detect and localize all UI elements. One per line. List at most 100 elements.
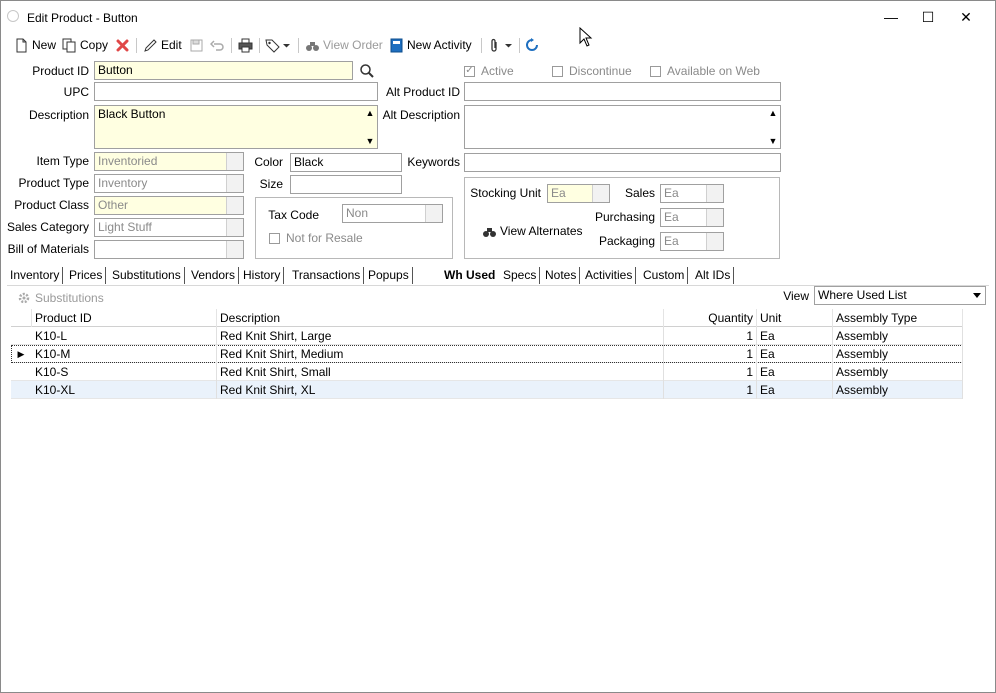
packaging-unit-dropdown-button[interactable] — [706, 233, 723, 250]
upc-field[interactable] — [94, 82, 378, 101]
not-for-resale-box[interactable] — [269, 232, 280, 244]
purchasing-unit-combo[interactable]: Ea — [660, 208, 724, 227]
edit-button[interactable]: Edit — [143, 36, 182, 54]
product-type-dropdown-button[interactable] — [226, 175, 243, 192]
tab-notes[interactable]: Notes — [542, 267, 581, 284]
tag-dropdown-button[interactable] — [265, 36, 290, 54]
tab-inventory[interactable]: Inventory — [7, 267, 64, 284]
cell-quantity[interactable]: 1 — [664, 381, 757, 399]
attachment-dropdown-button[interactable] — [487, 36, 512, 54]
column-header-assembly-type[interactable]: Assembly Type — [833, 309, 963, 327]
product-type-combo[interactable]: Inventory — [94, 174, 244, 193]
column-header-unit[interactable]: Unit — [757, 309, 833, 327]
tab-custom[interactable]: Custom — [640, 267, 689, 284]
cell-quantity[interactable]: 1 — [664, 345, 757, 363]
substitutions-button[interactable]: Substitutions — [17, 291, 104, 305]
cell-description[interactable]: Red Knit Shirt, XL — [217, 381, 664, 399]
tab-substitutions[interactable]: Substitutions — [109, 267, 185, 284]
purchasing-unit-dropdown-button[interactable] — [706, 209, 723, 226]
bill-of-materials-combo[interactable] — [94, 240, 244, 259]
description-textarea[interactable]: Black Button ▲ ▼ — [94, 105, 378, 149]
new-button[interactable]: New — [14, 36, 56, 54]
color-field[interactable]: Black — [290, 153, 402, 172]
cell-product-id[interactable]: K10-L — [32, 327, 217, 345]
save-button[interactable] — [189, 36, 204, 54]
scroll-down-icon[interactable]: ▼ — [769, 136, 778, 146]
available-on-web-checkbox[interactable]: Available on Web — [650, 64, 760, 78]
tab-specs[interactable]: Specs — [500, 267, 541, 284]
column-header-product-id[interactable]: Product ID — [32, 309, 217, 327]
packaging-unit-combo[interactable]: Ea — [660, 232, 724, 251]
table-row[interactable]: K10-L Red Knit Shirt, Large 1 Ea Assembl… — [11, 327, 963, 345]
undo-button[interactable] — [210, 36, 225, 54]
cell-quantity[interactable]: 1 — [664, 363, 757, 381]
tab-where-used[interactable]: Wh Used — [441, 267, 498, 284]
sales-category-combo[interactable]: Light Stuff — [94, 218, 244, 237]
cell-assembly-type[interactable]: Assembly — [833, 363, 963, 381]
scroll-up-icon[interactable]: ▲ — [769, 108, 778, 118]
active-check-box[interactable]: ✓ — [464, 65, 475, 77]
alt-description-scrollbar[interactable]: ▲ ▼ — [766, 106, 780, 148]
discontinue-box[interactable] — [552, 65, 563, 77]
cell-description[interactable]: Red Knit Shirt, Medium — [217, 345, 664, 363]
tax-code-combo[interactable]: Non — [342, 204, 443, 223]
tab-vendors[interactable]: Vendors — [188, 267, 240, 284]
cell-product-id[interactable]: K10-M — [32, 345, 217, 363]
tab-history[interactable]: History — [240, 267, 285, 284]
cell-unit[interactable]: Ea — [757, 345, 833, 363]
view-select[interactable]: Where Used List — [814, 286, 986, 305]
table-row[interactable]: K10-S Red Knit Shirt, Small 1 Ea Assembl… — [11, 363, 963, 381]
minimize-button[interactable]: — — [873, 5, 909, 29]
view-order-button[interactable]: View Order — [305, 36, 383, 54]
print-button[interactable] — [238, 36, 253, 54]
scroll-down-icon[interactable]: ▼ — [366, 136, 375, 146]
cell-unit[interactable]: Ea — [757, 363, 833, 381]
keywords-field[interactable] — [464, 153, 781, 172]
tax-code-dropdown-button[interactable] — [425, 205, 442, 222]
not-for-resale-checkbox[interactable]: Not for Resale — [269, 231, 363, 245]
table-row[interactable]: ▶ K10-M Red Knit Shirt, Medium 1 Ea Asse… — [11, 345, 963, 363]
cell-unit[interactable]: Ea — [757, 327, 833, 345]
maximize-button[interactable]: ☐ — [910, 5, 946, 29]
cell-product-id[interactable]: K10-XL — [32, 381, 217, 399]
column-header-description[interactable]: Description — [217, 309, 664, 327]
product-class-combo[interactable]: Other — [94, 196, 244, 215]
discontinue-checkbox[interactable]: Discontinue — [552, 64, 632, 78]
cell-description[interactable]: Red Knit Shirt, Large — [217, 327, 664, 345]
sales-category-dropdown-button[interactable] — [226, 219, 243, 236]
delete-button[interactable] — [115, 36, 130, 54]
view-alternates-button[interactable]: View Alternates — [482, 222, 583, 240]
tab-alt-ids[interactable]: Alt IDs — [692, 267, 735, 284]
refresh-button[interactable] — [525, 36, 540, 54]
scroll-up-icon[interactable]: ▲ — [366, 108, 375, 118]
copy-button[interactable]: Copy — [62, 36, 108, 54]
cell-assembly-type[interactable]: Assembly — [833, 327, 963, 345]
cell-description[interactable]: Red Knit Shirt, Small — [217, 363, 664, 381]
available-on-web-box[interactable] — [650, 65, 661, 77]
item-type-dropdown-button[interactable] — [226, 153, 243, 170]
chevron-down-icon[interactable] — [973, 293, 981, 299]
new-activity-button[interactable]: New Activity — [389, 36, 472, 54]
sales-unit-dropdown-button[interactable] — [706, 185, 723, 202]
alt-product-id-field[interactable] — [464, 82, 781, 101]
sales-unit-combo[interactable]: Ea — [660, 184, 724, 203]
close-window-button[interactable]: ✕ — [948, 5, 984, 29]
bill-of-materials-dropdown-button[interactable] — [226, 241, 243, 258]
column-header-quantity[interactable]: Quantity — [664, 309, 757, 327]
product-class-dropdown-button[interactable] — [226, 197, 243, 214]
cell-assembly-type[interactable]: Assembly — [833, 381, 963, 399]
product-id-field[interactable]: Button — [94, 61, 353, 80]
search-icon[interactable] — [359, 63, 375, 79]
active-checkbox[interactable]: ✓ Active — [464, 64, 514, 78]
tab-transactions[interactable]: Transactions — [289, 267, 365, 284]
tab-popups[interactable]: Popups — [365, 267, 413, 284]
item-type-combo[interactable]: Inventoried — [94, 152, 244, 171]
tab-prices[interactable]: Prices — [66, 267, 107, 284]
cell-assembly-type[interactable]: Assembly — [833, 345, 963, 363]
table-row[interactable]: K10-XL Red Knit Shirt, XL 1 Ea Assembly — [11, 381, 963, 399]
cell-quantity[interactable]: 1 — [664, 327, 757, 345]
tab-activities[interactable]: Activities — [582, 267, 637, 284]
size-field[interactable] — [290, 175, 402, 194]
cell-product-id[interactable]: K10-S — [32, 363, 217, 381]
cell-unit[interactable]: Ea — [757, 381, 833, 399]
